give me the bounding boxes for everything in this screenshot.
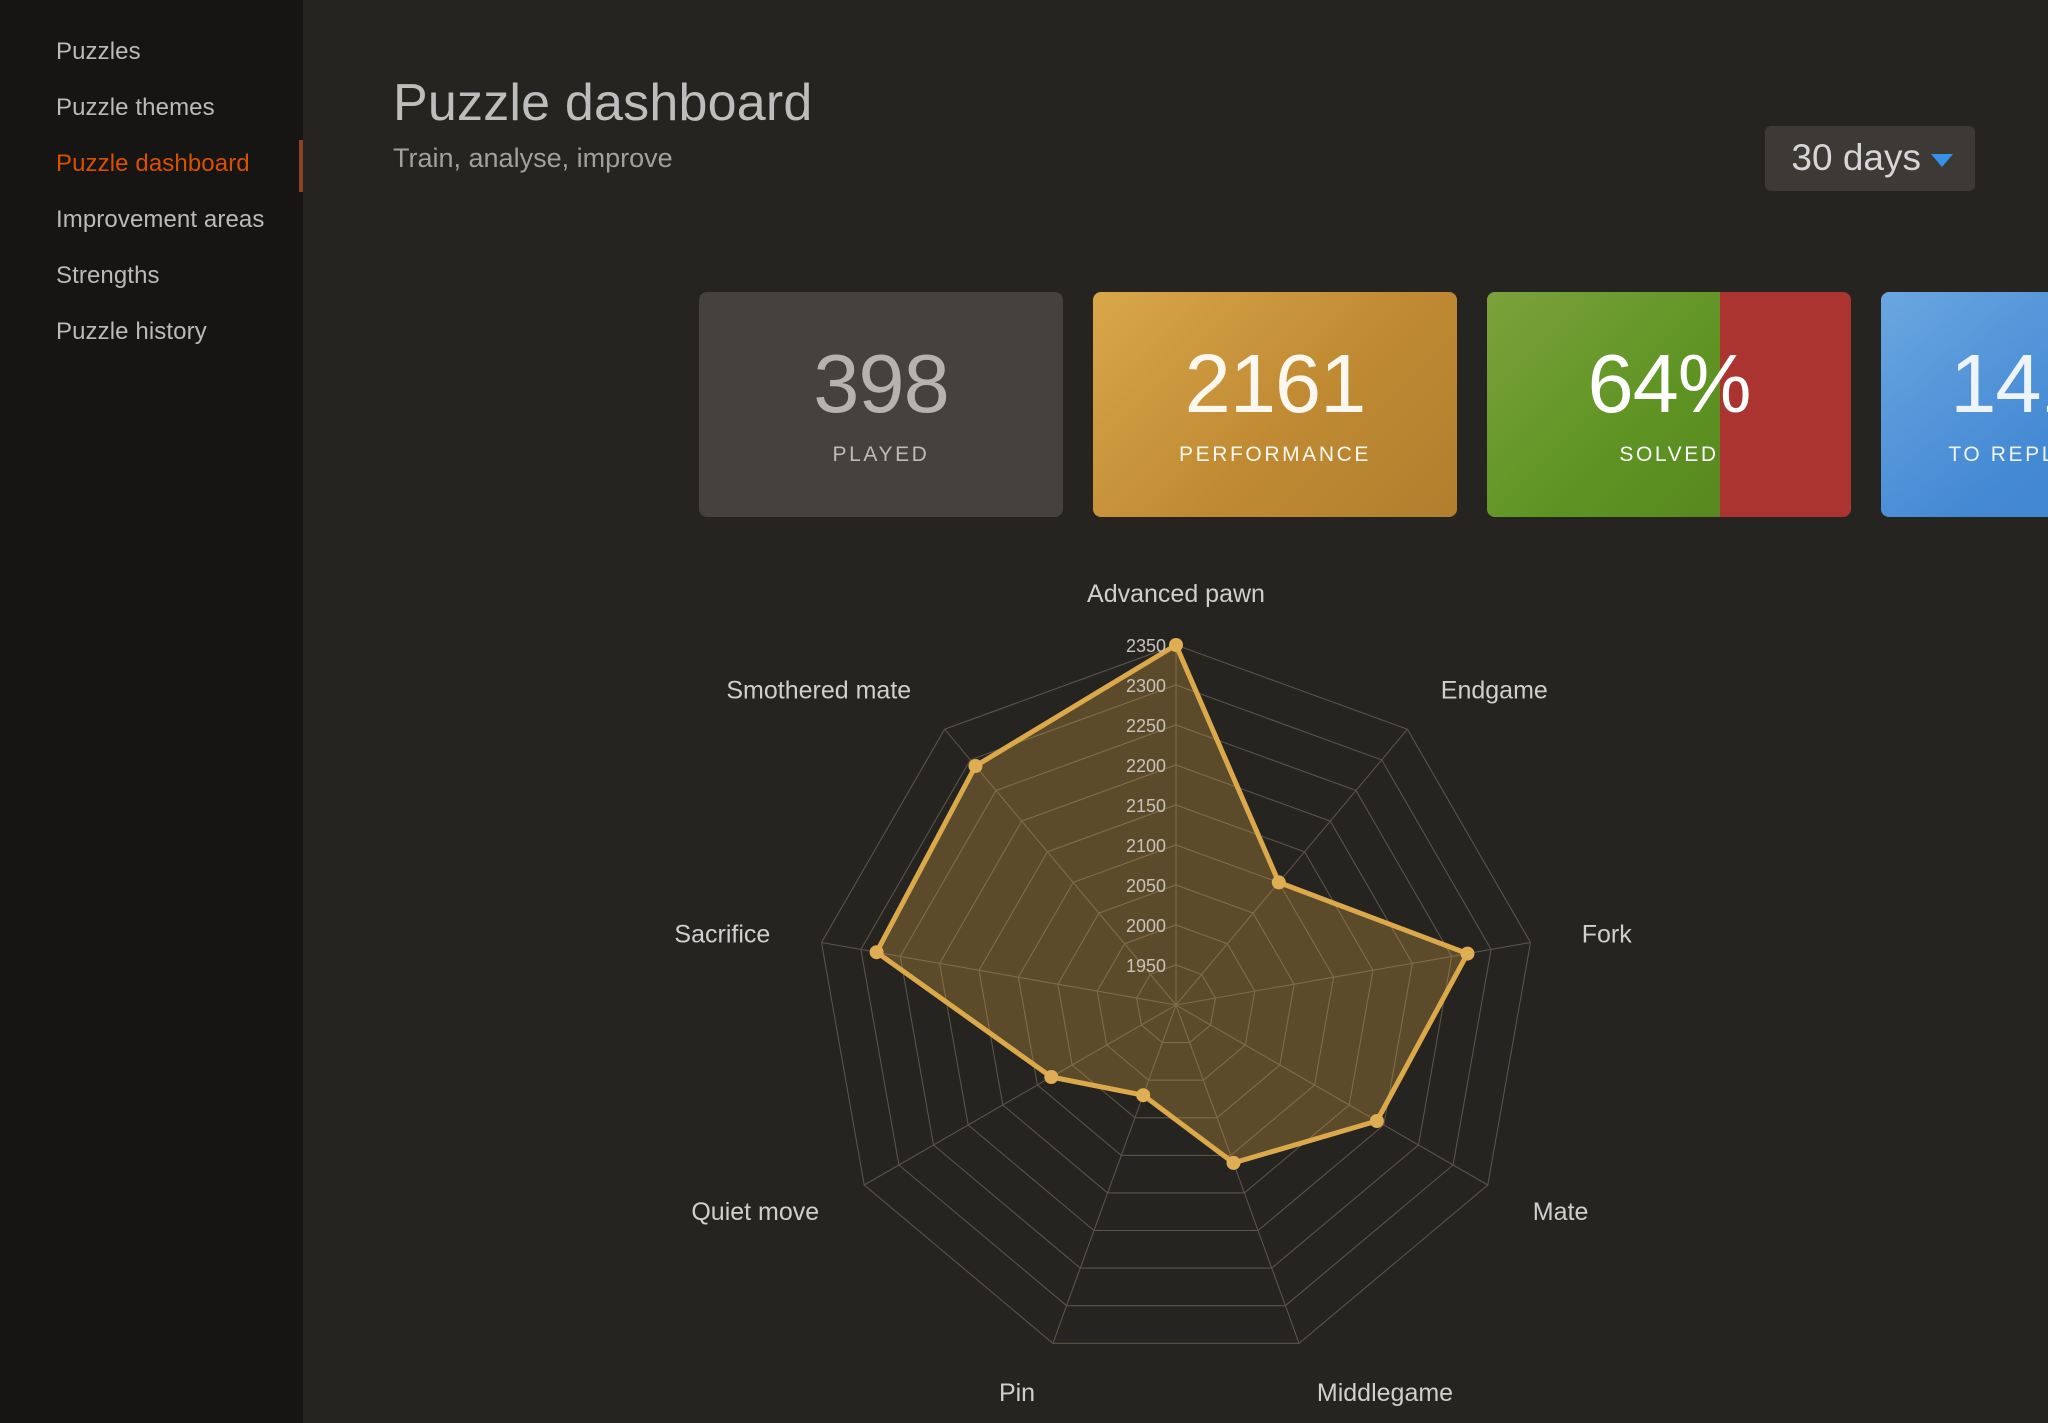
radar-tick-label: 2350 — [1125, 636, 1165, 656]
radar-tick-label: 2050 — [1125, 876, 1165, 896]
radar-data-polygon — [873, 642, 1470, 1166]
radar-data-point[interactable] — [1043, 1070, 1058, 1084]
radar-axis-label: Advanced pawn — [1087, 580, 1265, 608]
stat-card-to-replay[interactable]: 141 TO REPLAY — [1881, 292, 2048, 517]
radar-tick-label: 1950 — [1125, 956, 1165, 976]
radar-axis-label: Middlegame — [1316, 1379, 1452, 1407]
performance-label: PERFORMANCE — [1179, 443, 1371, 466]
replay-label: TO REPLAY — [1948, 443, 2048, 466]
solved-label: SOLVED — [1619, 443, 1719, 466]
replay-value: 141 — [1950, 337, 2048, 430]
main-content: Puzzle dashboard Train, analyse, improve… — [303, 0, 2048, 1423]
radar-chart: 1950 2000 2050 2100 2150 2200 2250 2300 2350 Adva… — [303, 560, 2048, 1420]
stat-card-played[interactable]: 398 PLAYED — [699, 292, 1063, 517]
date-range-select[interactable]: 30 days — [1765, 126, 1975, 191]
radar-axis-label: Smothered mate — [726, 676, 911, 704]
radar-data-point[interactable] — [1168, 638, 1183, 652]
radar-data-point[interactable] — [1271, 875, 1286, 890]
sidebar-item-puzzle-themes[interactable]: Puzzle themes — [0, 80, 303, 136]
sidebar-item-puzzles[interactable]: Puzzles — [0, 24, 303, 80]
radar-data-point[interactable] — [1460, 946, 1474, 961]
sidebar-item-puzzle-dashboard[interactable]: Puzzle dashboard — [0, 136, 303, 192]
stat-cards: 398 PLAYED 2161 PERFORMANCE 64% SOLVED 1… — [699, 292, 2048, 517]
radar-axis-label: Endgame — [1440, 676, 1547, 704]
sidebar-item-puzzle-history[interactable]: Puzzle history — [0, 304, 303, 360]
radar-axis-label: Pin — [998, 1379, 1034, 1407]
sidebar: Puzzles Puzzle themes Puzzle dashboard I… — [0, 0, 303, 1423]
radar-axis-label: Mate — [1532, 1198, 1588, 1226]
sidebar-item-strengths[interactable]: Strengths — [0, 248, 303, 304]
radar-tick-label: 2200 — [1125, 756, 1165, 776]
chevron-down-icon — [1931, 154, 1953, 167]
radar-data-point[interactable] — [1135, 1088, 1150, 1103]
radar-chart-svg: 1950 2000 2050 2100 2150 2200 2250 2300 2350 Adva… — [674, 580, 1632, 1407]
radar-data-point[interactable] — [1369, 1114, 1384, 1128]
stat-card-solved[interactable]: 64% SOLVED — [1487, 292, 1851, 517]
played-value: 398 — [813, 337, 949, 430]
sidebar-item-improvement-areas[interactable]: Improvement areas — [0, 192, 303, 248]
radar-tick-label: 2100 — [1125, 836, 1165, 856]
page-title: Puzzle dashboard — [393, 74, 813, 132]
radar-tick-label: 2300 — [1125, 676, 1165, 696]
sidebar-item-label: Puzzle dashboard — [56, 150, 250, 177]
date-range-value: 30 days — [1791, 137, 1921, 178]
radar-axis-label: Fork — [1581, 921, 1632, 949]
stat-card-performance[interactable]: 2161 PERFORMANCE — [1093, 292, 1457, 517]
radar-data-point[interactable] — [968, 759, 982, 773]
radar-tick-label: 2000 — [1125, 916, 1165, 936]
performance-value: 2161 — [1184, 337, 1367, 430]
radar-data-point[interactable] — [869, 945, 884, 960]
puzzle-dashboard-page: Puzzles Puzzle themes Puzzle dashboard I… — [0, 0, 2048, 1423]
radar-tick-label: 2250 — [1125, 716, 1165, 736]
radar-data-point[interactable] — [1226, 1155, 1240, 1170]
radar-axis-label: Sacrifice — [674, 921, 770, 949]
played-label: PLAYED — [832, 443, 930, 466]
radar-axis-label: Quiet move — [691, 1198, 819, 1226]
radar-tick-label: 2150 — [1125, 796, 1165, 816]
solved-value: 64% — [1587, 337, 1751, 430]
